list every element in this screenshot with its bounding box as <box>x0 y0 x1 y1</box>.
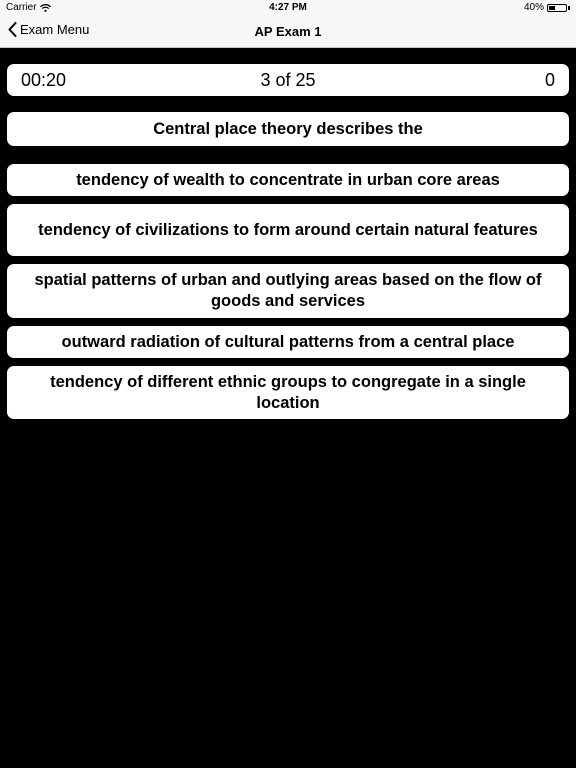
battery-cap <box>568 5 570 10</box>
answer-option-3[interactable]: spatial patterns of urban and outlying a… <box>7 264 569 318</box>
answer-text: spatial patterns of urban and outlying a… <box>34 271 542 310</box>
score: 0 <box>544 70 555 90</box>
status-time: 4:27 PM <box>269 2 307 13</box>
answer-text: tendency of wealth to concentrate in urb… <box>76 170 500 189</box>
answer-option-1[interactable]: tendency of wealth to concentrate in urb… <box>7 164 569 196</box>
battery-indicator: 40% <box>524 2 570 13</box>
battery-level-fill <box>549 5 555 10</box>
battery-icon <box>547 3 567 12</box>
answer-text: tendency of civilizations to form around… <box>38 220 538 239</box>
question-card: Central place theory describes the <box>7 112 569 146</box>
answer-option-4[interactable]: outward radiation of cultural patterns f… <box>7 326 569 358</box>
answer-text: tendency of different ethnic groups to c… <box>50 372 526 412</box>
quiz-status-bar: 00:20 3 of 25 0 <box>7 64 569 96</box>
navigation-bar: Exam Menu AP Exam 1 <box>0 16 576 48</box>
page-title: AP Exam 1 <box>254 24 322 39</box>
answer-text: outward radiation of cultural patterns f… <box>61 332 515 351</box>
status-bar: Carrier 4:27 PM 40% <box>0 0 576 16</box>
answer-option-5[interactable]: tendency of different ethnic groups to c… <box>7 366 569 419</box>
answer-option-2[interactable]: tendency of civilizations to form around… <box>7 204 569 256</box>
question-progress: 3 of 25 <box>260 70 316 90</box>
question-text: Central place theory describes the <box>153 119 423 138</box>
battery-percent: 40% <box>523 2 544 13</box>
